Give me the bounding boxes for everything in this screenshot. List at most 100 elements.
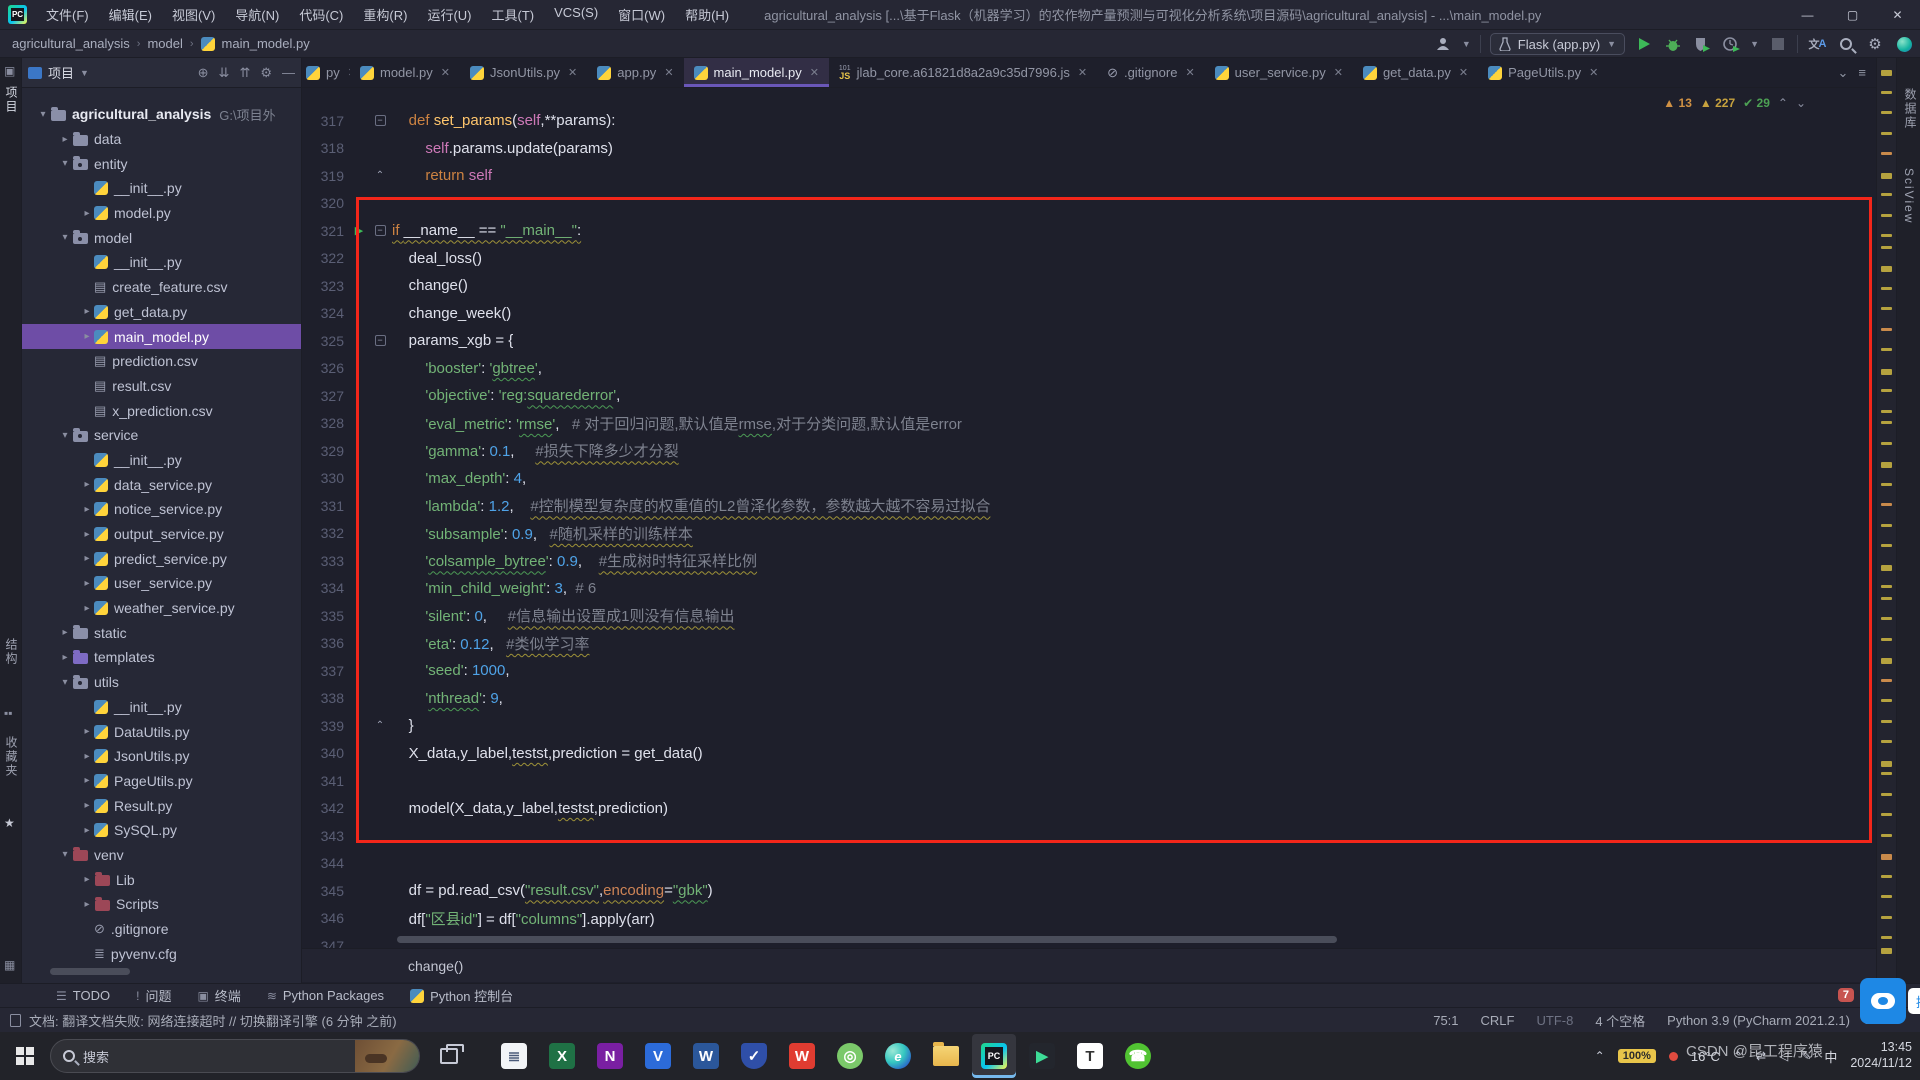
settings-icon[interactable]: ⚙ [1865, 34, 1885, 54]
tree-item[interactable]: ▸ model.py [22, 201, 301, 226]
editor-tab[interactable]: PageUtils.py ✕ [1478, 58, 1608, 87]
code-line[interactable]: 338 'nthread': 9, [302, 685, 1876, 713]
tree-arrow-icon[interactable]: ▾ [58, 849, 72, 860]
tree-item[interactable]: ▸ main_model.py [22, 324, 301, 349]
tree-item[interactable]: __init__.py [22, 250, 301, 275]
taskbar-app-wps[interactable]: W [780, 1034, 824, 1078]
tree-arrow-icon[interactable]: ▸ [80, 874, 94, 885]
fold-gutter-icon[interactable]: − [368, 335, 392, 347]
tab-close-icon[interactable]: ✕ [568, 66, 577, 79]
tree-arrow-icon[interactable]: ▸ [58, 652, 72, 663]
tree-item[interactable]: ▤ create_feature.csv [22, 275, 301, 300]
taskbar-app-onenote[interactable]: N [588, 1034, 632, 1078]
tool-strip-database[interactable]: 数据库 [1902, 88, 1919, 130]
tree-item[interactable]: ▸ Result.py [22, 793, 301, 818]
cloud-drive-widget[interactable] [1860, 978, 1906, 1024]
code-line[interactable]: 325 − params_xgb = { [302, 327, 1876, 355]
tree-arrow-icon[interactable]: ▸ [80, 751, 94, 762]
editor-tab[interactable]: model.py ✕ [350, 58, 460, 87]
tool-window-button[interactable]: ▣ 终端 [197, 986, 240, 1005]
minimize-button[interactable]: — [1785, 0, 1830, 30]
taskbar-app-defender[interactable]: ✓ [732, 1034, 776, 1078]
menu-item[interactable]: 工具(T) [482, 1, 543, 28]
code-line[interactable]: 323 change() [302, 272, 1876, 300]
taskbar-clock[interactable]: 13:45 2024/11/12 [1850, 1040, 1912, 1071]
tree-item[interactable]: ▸ PageUtils.py [22, 769, 301, 794]
collapse-all-icon[interactable]: ⇈ [239, 65, 250, 81]
tool-window-button[interactable]: ! 问题 [136, 986, 171, 1005]
tree-arrow-icon[interactable]: ▸ [80, 899, 94, 910]
monitor-icon[interactable]: ▣ [4, 64, 15, 78]
tab-close-icon[interactable]: ✕ [1589, 66, 1598, 79]
tab-close-icon[interactable]: ✕ [810, 66, 819, 79]
fold-end-icon[interactable]: ⌃ [376, 170, 384, 181]
code-line[interactable]: 344 [302, 850, 1876, 878]
error-stripe[interactable] [1876, 58, 1896, 983]
taskbar-app-wechat[interactable]: ☎ [1116, 1034, 1160, 1078]
editor-tab[interactable]: user_service.py ✕ [1205, 58, 1353, 87]
tree-item[interactable]: ▸ static [22, 620, 301, 645]
code-line[interactable]: 322 deal_loss() [302, 245, 1876, 273]
panel-settings-icon[interactable]: ⚙ [260, 65, 272, 81]
fold-end-icon[interactable]: ⌃ [376, 720, 384, 731]
status-item[interactable]: Python 3.9 (PyCharm 2021.2.1) [1667, 1013, 1850, 1028]
tool-window-button[interactable]: ☰ TODO [56, 988, 110, 1003]
code-editor[interactable]: 317 − def set_params(self,**params): 318 s… [302, 88, 1876, 948]
tree-arrow-icon[interactable]: ▾ [36, 109, 50, 120]
star-icon[interactable]: ★ [4, 816, 15, 830]
tree-item[interactable]: __init__.py [22, 176, 301, 201]
ide-plugin-icon[interactable] [1894, 34, 1914, 54]
layers-icon[interactable]: ≡ [1858, 65, 1866, 80]
taskbar-app-notes-app[interactable]: ≣ [492, 1034, 536, 1078]
tool-strip-project[interactable]: 项目 [3, 86, 20, 114]
chevron-down-icon[interactable]: ▼ [1462, 39, 1471, 49]
menu-item[interactable]: 视图(V) [163, 1, 224, 28]
tab-close-icon[interactable]: ✕ [1459, 66, 1468, 79]
code-line[interactable]: 334 'min_child_weight': 3, # 6 [302, 575, 1876, 603]
code-line[interactable]: 319 ⌃ return self [302, 162, 1876, 190]
taskbar-app-pycharm[interactable]: PC [972, 1034, 1016, 1078]
breadcrumb-item[interactable]: main_model.py [222, 36, 310, 51]
code-line[interactable]: 326 'booster': 'gbtree', [302, 355, 1876, 383]
tree-item[interactable]: ▾ agricultural_analysis G:\项目外 [22, 102, 301, 127]
tree-arrow-icon[interactable]: ▸ [80, 825, 94, 836]
editor-tab[interactable]: main_model.py ✕ [683, 58, 830, 87]
run-button[interactable] [1634, 34, 1654, 54]
search-everywhere-icon[interactable] [1836, 34, 1856, 54]
menu-item[interactable]: 编辑(E) [100, 1, 161, 28]
profiler-button[interactable] [1721, 34, 1741, 54]
tree-item[interactable]: ▤ result.csv [22, 374, 301, 399]
code-line[interactable]: 339 ⌃ } [302, 712, 1876, 740]
tree-arrow-icon[interactable]: ▸ [80, 553, 94, 564]
tree-arrow-icon[interactable]: ▾ [58, 158, 72, 169]
search-highlight-image[interactable] [355, 1040, 419, 1072]
code-line[interactable]: 321 ▶ − if __name__ == "__main__": [302, 217, 1876, 245]
tree-arrow-icon[interactable]: ▸ [80, 331, 94, 342]
profiler-dropdown-icon[interactable]: ▼ [1750, 39, 1759, 49]
tree-item[interactable]: ▸ SySQL.py [22, 818, 301, 843]
tree-arrow-icon[interactable]: ▸ [58, 134, 72, 145]
maximize-button[interactable]: ▢ [1830, 0, 1875, 30]
code-line[interactable]: 332 'subsample': 0.9, #随机采样的训练样本 [302, 520, 1876, 548]
close-button[interactable]: ✕ [1875, 0, 1920, 30]
tree-arrow-icon[interactable]: ▸ [80, 504, 94, 515]
run-coverage-button[interactable] [1692, 34, 1712, 54]
status-item[interactable]: 75:1 [1433, 1013, 1458, 1028]
run-config-select[interactable]: Flask (app.py) ▼ [1489, 33, 1626, 55]
inspections-widget[interactable]: ▲ 13 ▲ 227 ✔ 29 ⌃ ⌄ [1663, 96, 1806, 110]
code-line[interactable]: 345 df = pd.read_csv("result.csv",encodi… [302, 877, 1876, 905]
tree-item[interactable]: ▾ entity [22, 151, 301, 176]
tree-item[interactable]: ▾ service [22, 423, 301, 448]
tree-item[interactable]: ≣ pyvenv.cfg [22, 941, 301, 966]
start-button[interactable] [16, 1047, 34, 1065]
tool-strip-favorites[interactable]: 收藏夹 [3, 736, 20, 778]
tree-item[interactable]: ▤ prediction.csv [22, 349, 301, 374]
code-line[interactable]: 341 [302, 767, 1876, 795]
tree-arrow-icon[interactable]: ▸ [58, 627, 72, 638]
tab-close-icon[interactable]: ✕ [1078, 66, 1087, 79]
tree-item[interactable]: ▸ data [22, 127, 301, 152]
editor-tab[interactable]: py✕ [302, 58, 350, 87]
code-line[interactable]: 327 'objective': 'reg:squarederror', [302, 382, 1876, 410]
menu-item[interactable]: 文件(F) [37, 1, 98, 28]
run-gutter-icon[interactable]: ▶ [350, 224, 368, 237]
